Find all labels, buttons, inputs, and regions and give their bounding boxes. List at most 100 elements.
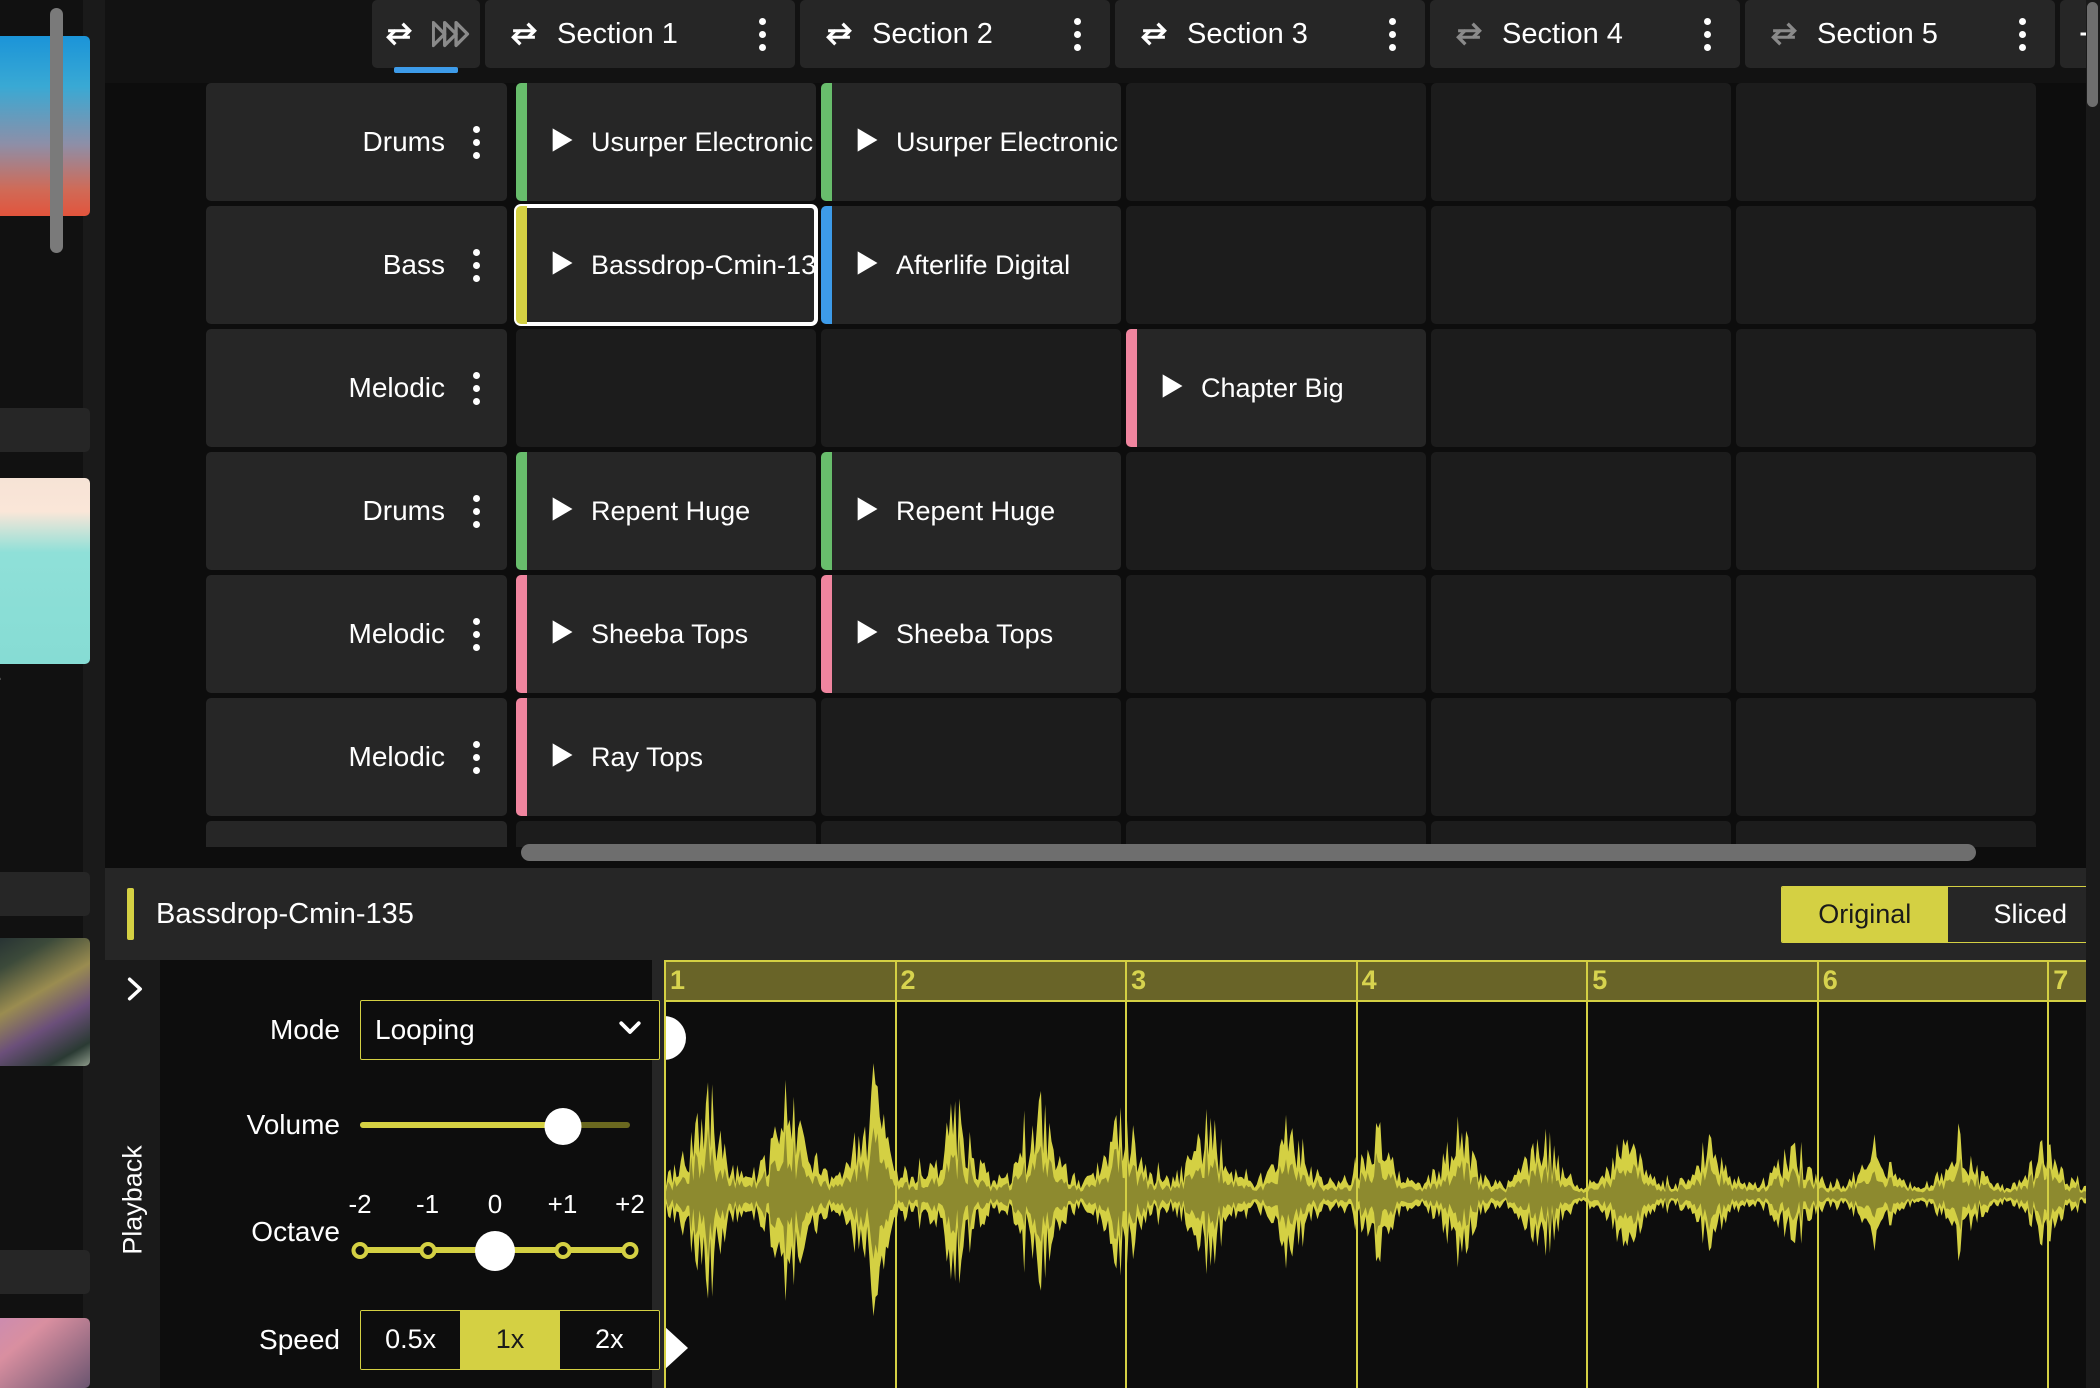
kebab-menu-icon[interactable] [1690, 12, 1724, 56]
view-toggle-original[interactable]: Original [1782, 887, 1948, 942]
clip-cell-empty[interactable] [1431, 329, 1731, 447]
sidebar-placeholder[interactable] [0, 1250, 90, 1294]
clip-cell[interactable]: Sheeba Tops [516, 575, 816, 693]
volume-slider-knob[interactable] [544, 1107, 581, 1145]
volume-slider[interactable] [360, 1102, 630, 1148]
clip-cell-empty[interactable] [1431, 575, 1731, 693]
play-icon[interactable] [854, 495, 880, 528]
play-icon[interactable] [549, 741, 575, 774]
section-tab-5[interactable]: Section 5 [1745, 0, 2055, 68]
clip-cell-empty[interactable] [1126, 575, 1426, 693]
speed-option-2x[interactable]: 2x [559, 1310, 659, 1369]
sidebar-thumbnail[interactable] [0, 478, 90, 664]
loop-icon[interactable] [1767, 19, 1801, 49]
kebab-menu-icon[interactable] [459, 489, 493, 533]
clip-cell[interactable]: Usurper Electronic [821, 83, 1121, 201]
section-tab-1[interactable]: Section 1 [485, 0, 795, 68]
clip-cell-empty[interactable] [1126, 83, 1426, 201]
grid-horizontal-scrollbar[interactable] [521, 844, 1976, 861]
kebab-menu-icon[interactable] [459, 366, 493, 410]
sidebar-thumbnail[interactable] [0, 1318, 90, 1388]
loop-icon[interactable] [1452, 19, 1486, 49]
sidebar-thumbnail[interactable] [0, 36, 90, 216]
track-header[interactable]: Melodic [206, 575, 507, 693]
clip-cell-empty[interactable] [1736, 329, 2036, 447]
clip-cell[interactable]: Bassdrop-Cmin-13 [514, 204, 818, 326]
clip-grid: Drums Usurper Electronic Usurper Electro… [105, 83, 2100, 816]
view-toggle-sliced[interactable]: Sliced [1948, 887, 2100, 942]
kebab-menu-icon[interactable] [745, 12, 779, 56]
kebab-menu-icon[interactable] [2005, 12, 2039, 56]
sidebar-placeholder[interactable] [0, 408, 90, 452]
play-icon[interactable] [549, 249, 575, 282]
waveform-display[interactable] [664, 1002, 2100, 1388]
kebab-menu-icon[interactable] [459, 735, 493, 779]
track-row: Melodic Sheeba Tops Sheeba Tops [206, 575, 2100, 693]
clip-cell-empty[interactable] [1736, 83, 2036, 201]
octave-dot[interactable] [351, 1242, 369, 1259]
loop-marker-icon[interactable] [664, 1326, 688, 1370]
loop-toggle[interactable] [372, 0, 480, 73]
kebab-menu-icon[interactable] [1060, 12, 1094, 56]
clip-cell-empty[interactable] [1736, 206, 2036, 324]
loop-icon[interactable] [507, 19, 541, 49]
speed-option-half[interactable]: 0.5x [361, 1310, 461, 1369]
kebab-menu-icon[interactable] [459, 612, 493, 656]
clip-cell[interactable]: Chapter Big [1126, 329, 1426, 447]
track-header[interactable]: Drums [206, 452, 507, 570]
clip-cell-empty[interactable] [1736, 575, 2036, 693]
clip-cell-empty[interactable] [1126, 452, 1426, 570]
sidebar-thumbnail[interactable] [0, 938, 90, 1066]
page-scrollbar[interactable] [2087, 2, 2098, 107]
track-header[interactable]: Drums [206, 83, 507, 201]
track-header[interactable]: Melodic [206, 329, 507, 447]
octave-knob[interactable] [475, 1231, 515, 1271]
section-tab-3[interactable]: Section 3 [1115, 0, 1425, 68]
clip-cell-empty[interactable] [1736, 698, 2036, 816]
octave-stepper[interactable]: -2 -1 0 +1 +2 [348, 1189, 645, 1275]
play-icon[interactable] [1159, 372, 1185, 405]
clip-cell[interactable]: Usurper Electronic [516, 83, 816, 201]
play-icon[interactable] [549, 495, 575, 528]
play-icon[interactable] [549, 126, 575, 159]
clip-cell-empty[interactable] [1736, 452, 2036, 570]
clip-cell-empty[interactable] [821, 329, 1121, 447]
octave-dot[interactable] [419, 1242, 436, 1259]
speed-option-1x[interactable]: 1x [460, 1310, 560, 1369]
waveform-editor[interactable]: 1 2 3 4 5 6 7 [664, 960, 2100, 1388]
clip-cell-empty[interactable] [1431, 698, 1731, 816]
clip-cell[interactable]: Repent Huge [516, 452, 816, 570]
clip-cell-empty[interactable] [1431, 206, 1731, 324]
clip-cell[interactable]: Sheeba Tops [821, 575, 1121, 693]
clip-cell[interactable]: Afterlife Digital [821, 206, 1121, 324]
clip-cell-empty[interactable] [1126, 206, 1426, 324]
play-icon[interactable] [854, 126, 880, 159]
loop-icon[interactable] [1137, 19, 1171, 49]
clip-cell[interactable]: Ray Tops [516, 698, 816, 816]
chevron-right-icon[interactable] [119, 974, 149, 1009]
waveform-ruler[interactable]: 1 2 3 4 5 6 7 [664, 960, 2100, 1002]
play-icon[interactable] [549, 618, 575, 651]
clip-cell[interactable]: Repent Huge [821, 452, 1121, 570]
track-header[interactable]: Melodic [206, 698, 507, 816]
clip-cell-empty[interactable] [1431, 83, 1731, 201]
section-tab-4[interactable]: Section 4 [1430, 0, 1740, 68]
play-icon[interactable] [854, 249, 880, 282]
sidebar-scrollbar[interactable] [50, 8, 63, 253]
clip-cell-empty[interactable] [1431, 452, 1731, 570]
section-tab-2[interactable]: Section 2 [800, 0, 1110, 68]
octave-dot[interactable] [554, 1242, 571, 1259]
kebab-menu-icon[interactable] [459, 243, 493, 287]
loop-icon[interactable] [822, 19, 856, 49]
clip-editor-header: Bassdrop-Cmin-135 Original Sliced [105, 868, 2100, 960]
clip-cell-empty[interactable] [1126, 698, 1426, 816]
clip-cell-empty[interactable] [821, 698, 1121, 816]
sidebar-placeholder[interactable] [0, 872, 90, 916]
play-icon[interactable] [854, 618, 880, 651]
octave-dot[interactable] [621, 1242, 639, 1259]
clip-cell-empty[interactable] [516, 329, 816, 447]
kebab-menu-icon[interactable] [459, 120, 493, 164]
mode-select[interactable]: Looping [360, 999, 660, 1060]
kebab-menu-icon[interactable] [1375, 12, 1409, 56]
track-header[interactable]: Bass [206, 206, 507, 324]
